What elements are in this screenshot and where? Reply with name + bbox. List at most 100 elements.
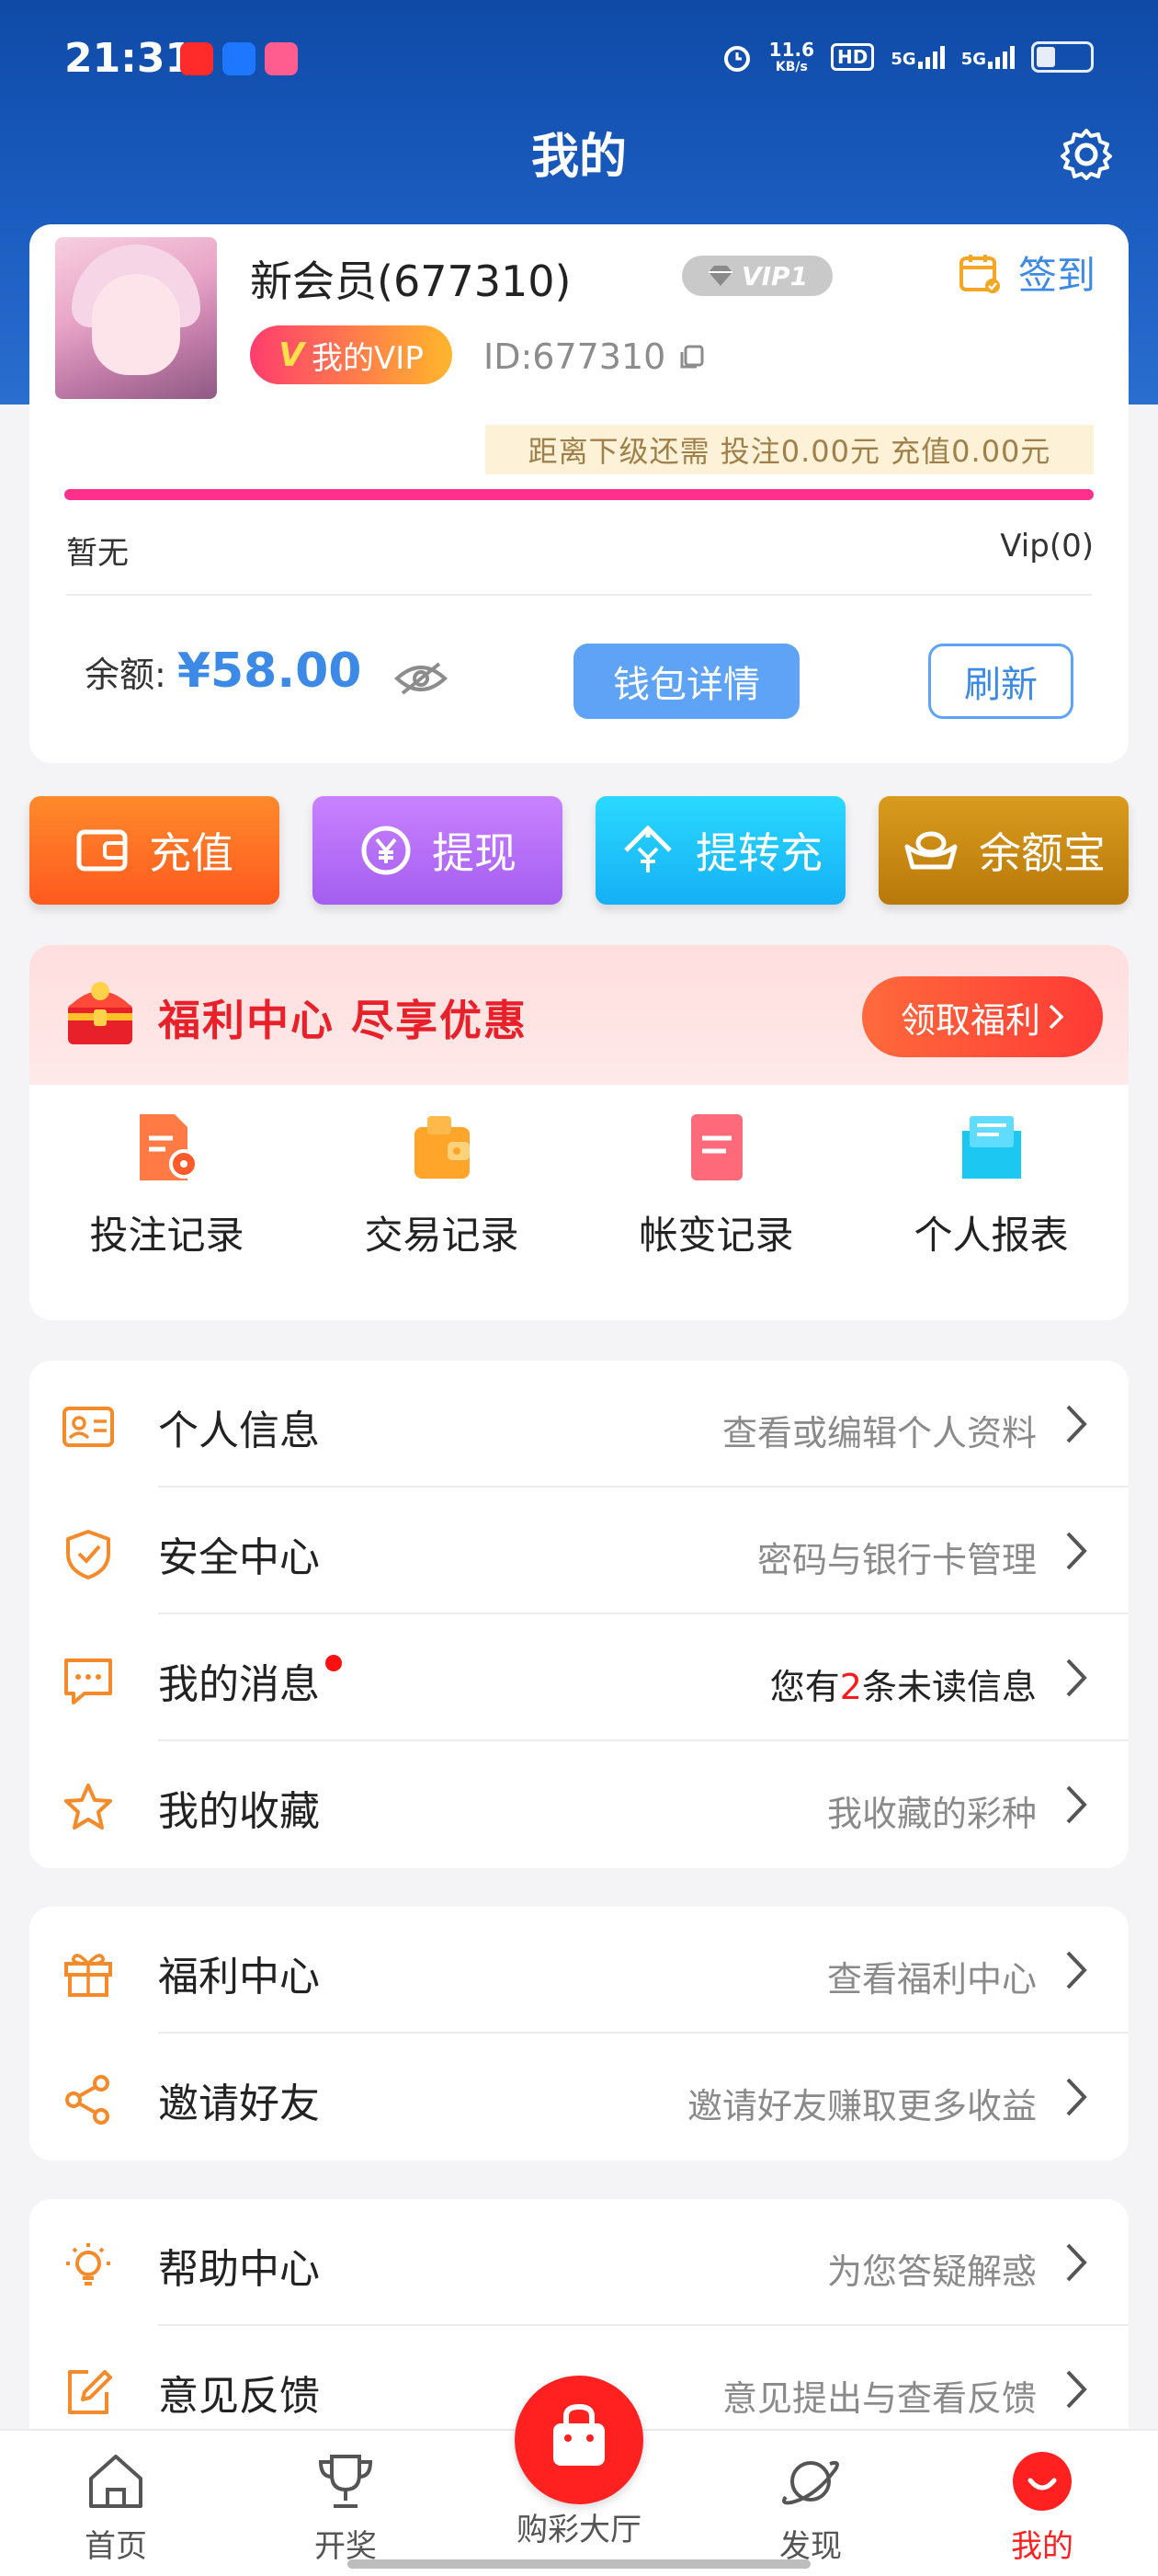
withdraw-label: 提现 bbox=[432, 820, 517, 881]
username: 新会员(677310) bbox=[250, 248, 572, 309]
refresh-button[interactable]: 刷新 bbox=[928, 644, 1073, 719]
personal-report-item[interactable]: 个人报表 bbox=[854, 1101, 1129, 1304]
chevron-right-icon bbox=[1064, 1530, 1088, 1572]
chevron-right-icon bbox=[1064, 1784, 1088, 1826]
menu-subtitle: 查看或编辑个人资料 bbox=[722, 1405, 1037, 1455]
menu-label-with-dot: 我的消息 bbox=[158, 1651, 342, 1710]
tab-home[interactable]: 首页 bbox=[42, 2449, 189, 2566]
balance-treasure-label: 余额宝 bbox=[979, 820, 1106, 881]
status-time: 21:31 bbox=[64, 35, 193, 82]
menu-item-my-messages[interactable]: 我的消息 您有2条未读信息 bbox=[29, 1614, 1129, 1741]
account-change-record-item[interactable]: 帐变记录 bbox=[579, 1101, 854, 1304]
menu-subtitle: 密码与银行卡管理 bbox=[757, 1532, 1037, 1582]
gear-icon[interactable] bbox=[1057, 125, 1116, 184]
app-notification-icon bbox=[265, 42, 298, 75]
yen-withdraw-icon bbox=[358, 823, 414, 878]
gift-icon bbox=[62, 1947, 114, 1999]
menu-item-help-center[interactable]: 帮助中心 为您答疑解惑 bbox=[29, 2199, 1129, 2326]
profile-smile-icon bbox=[1010, 2449, 1074, 2513]
balance-treasure-button[interactable]: 余额宝 bbox=[879, 796, 1129, 905]
page-title: 我的 bbox=[0, 118, 1158, 187]
net-speed-value: 11.6 bbox=[769, 40, 814, 60]
recharge-button[interactable]: 充值 bbox=[29, 796, 279, 905]
withdraw-button[interactable]: 提现 bbox=[312, 796, 562, 905]
signin-button[interactable]: 签到 bbox=[958, 245, 1096, 301]
account-change-icon bbox=[682, 1111, 752, 1184]
current-level-label: 暂无 bbox=[66, 528, 129, 573]
claim-welfare-button[interactable]: 领取福利 bbox=[862, 976, 1103, 1057]
lightbulb-icon bbox=[62, 2240, 114, 2291]
transfer-icon bbox=[619, 823, 677, 878]
my-vip-button[interactable]: V 我的VIP bbox=[250, 325, 452, 384]
recharge-label: 充值 bbox=[149, 820, 233, 881]
chevron-right-icon bbox=[1064, 2241, 1088, 2284]
wallet-icon bbox=[75, 826, 131, 874]
tab-mine[interactable]: 我的 bbox=[969, 2449, 1116, 2566]
planet-icon bbox=[778, 2449, 843, 2513]
diamond-icon bbox=[707, 264, 734, 288]
sim1-label: 5G bbox=[891, 50, 915, 69]
menu-subtitle: 查看福利中心 bbox=[827, 1951, 1037, 2001]
menu-item-security-center[interactable]: 安全中心 密码与银行卡管理 bbox=[29, 1487, 1129, 1614]
menu-group-rewards: 福利中心 查看福利中心 邀请好友 邀请好友赚取更多收益 bbox=[29, 1907, 1129, 2160]
tab-draw-results[interactable]: 开奖 bbox=[272, 2449, 419, 2566]
menu-item-invite-friends[interactable]: 邀请好友 邀请好友赚取更多收益 bbox=[29, 2034, 1129, 2160]
welfare-title: 福利中心 尽享优惠 bbox=[158, 987, 528, 1048]
claim-welfare-label: 领取福利 bbox=[901, 992, 1040, 1043]
report-icon bbox=[957, 1111, 1027, 1184]
tab-lottery-hall-label: 购彩大厅 bbox=[487, 2504, 671, 2549]
tab-lottery-hall[interactable] bbox=[515, 2376, 643, 2504]
chevron-right-icon bbox=[1048, 1003, 1064, 1031]
account-change-label: 帐变记录 bbox=[639, 1204, 793, 1260]
menu-item-favorites[interactable]: 我的收藏 我收藏的彩种 bbox=[29, 1741, 1129, 1868]
avatar[interactable] bbox=[55, 237, 217, 399]
status-bar: 21:31 11.6 KB/s HD 5G 5G bbox=[0, 0, 1158, 120]
bet-record-item[interactable]: 投注记录 bbox=[29, 1101, 304, 1304]
hd-icon: HD bbox=[831, 43, 874, 71]
menu-label: 福利中心 bbox=[158, 1943, 320, 2002]
menu-subtitle: 意见提出与查看反馈 bbox=[722, 2370, 1037, 2421]
id-card-icon bbox=[62, 1401, 114, 1453]
menu-label: 个人信息 bbox=[158, 1397, 320, 1456]
net-speed: 11.6 KB/s bbox=[769, 40, 814, 74]
vip-progress-bar bbox=[64, 489, 1094, 500]
feedback-edit-icon bbox=[62, 2366, 114, 2418]
menu-item-welfare-center[interactable]: 福利中心 查看福利中心 bbox=[29, 1907, 1129, 2034]
menu-subtitle: 我收藏的彩种 bbox=[827, 1785, 1037, 1836]
wallet-details-button[interactable]: 钱包详情 bbox=[573, 644, 800, 719]
home-indicator[interactable] bbox=[347, 2559, 811, 2569]
divider bbox=[66, 594, 1092, 596]
battery-icon bbox=[1031, 41, 1094, 73]
menu-label: 我的消息 bbox=[158, 1661, 320, 1708]
share-icon bbox=[62, 2074, 114, 2126]
transaction-record-icon bbox=[407, 1111, 477, 1184]
eye-hidden-icon[interactable] bbox=[393, 660, 448, 697]
alarm-icon bbox=[721, 41, 753, 73]
records-row: 投注记录 交易记录 帐变记录 个人报表 bbox=[29, 1101, 1129, 1304]
menu-label: 邀请好友 bbox=[158, 2070, 320, 2129]
bet-record-label: 投注记录 bbox=[89, 1204, 244, 1260]
tab-label: 我的 bbox=[1011, 2521, 1073, 2566]
menu-subtitle: 您有2条未读信息 bbox=[770, 1658, 1037, 1709]
menu-label: 我的收藏 bbox=[158, 1778, 320, 1837]
signal-icon bbox=[988, 45, 1015, 69]
shield-check-icon bbox=[62, 1528, 114, 1579]
tab-discover[interactable]: 发现 bbox=[737, 2449, 884, 2566]
menu-group-account: 个人信息 查看或编辑个人资料 安全中心 密码与银行卡管理 我的消息 您有2条未读… bbox=[29, 1361, 1129, 1868]
personal-report-label: 个人报表 bbox=[914, 1204, 1068, 1260]
unread-dot bbox=[325, 1655, 342, 1671]
unread-count: 2 bbox=[840, 1667, 862, 1707]
home-icon bbox=[84, 2449, 148, 2513]
user-id: ID:677310 bbox=[483, 336, 706, 377]
app-notification-icon bbox=[180, 42, 213, 75]
welfare-card: 福利中心 尽享优惠 领取福利 投注记录 交易记录 帐变记录 个人报表 bbox=[29, 945, 1129, 1320]
vip-level-label: Vip(0) bbox=[1000, 528, 1094, 564]
transfer-recharge-button[interactable]: 提转充 bbox=[596, 796, 846, 905]
unread-suffix: 条未读信息 bbox=[862, 1667, 1037, 1707]
signin-label: 签到 bbox=[1018, 245, 1096, 301]
chevron-right-icon bbox=[1064, 1403, 1088, 1445]
copy-icon[interactable] bbox=[678, 343, 706, 370]
transaction-record-item[interactable]: 交易记录 bbox=[304, 1101, 579, 1304]
menu-item-personal-info[interactable]: 个人信息 查看或编辑个人资料 bbox=[29, 1361, 1129, 1487]
chevron-right-icon bbox=[1064, 1949, 1088, 1991]
